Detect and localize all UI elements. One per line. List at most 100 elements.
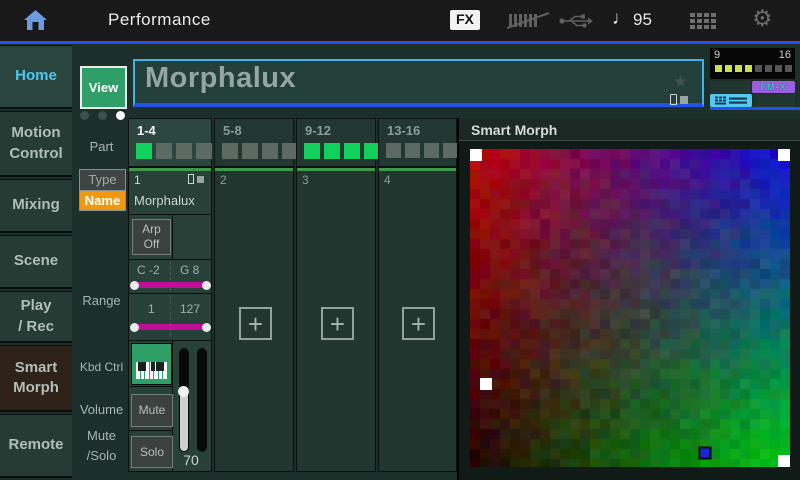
note-range-low[interactable]: C -2 xyxy=(137,263,160,277)
part-select-line xyxy=(297,168,375,171)
morph-position-marker[interactable] xyxy=(699,446,712,459)
bank-icon xyxy=(188,174,206,185)
sidebar-item-motion-control[interactable]: Motion Control xyxy=(0,111,72,177)
add-part-button[interactable]: + xyxy=(402,307,435,340)
add-part-button[interactable]: + xyxy=(321,307,354,340)
row-label-mute-solo: Mute /Solo xyxy=(75,426,128,465)
sidebar-item-smart-morph[interactable]: Smart Morph xyxy=(0,345,72,412)
part-tab-5-8[interactable]: 5-8 xyxy=(214,118,294,167)
morph-corner-marker[interactable] xyxy=(778,149,790,161)
part-number: 1 xyxy=(134,173,141,187)
status-cell-empty xyxy=(710,81,750,93)
keyboard-select-badge xyxy=(710,94,752,107)
part-tab-13-16[interactable]: 13-16 xyxy=(378,118,457,167)
solo-button[interactable]: Solo xyxy=(131,436,173,468)
part-leds xyxy=(386,143,458,158)
row-label-volume: Volume xyxy=(75,400,128,420)
meter-cells xyxy=(715,65,792,72)
page-title: Performance xyxy=(108,10,211,30)
meter-left-label: 9 xyxy=(714,49,720,61)
fmx-badge: FM-X xyxy=(752,81,795,93)
meter-cell xyxy=(775,65,782,72)
smart-morph-map[interactable] xyxy=(470,149,790,467)
part-leds xyxy=(304,143,380,159)
part-number: 2 xyxy=(220,173,227,187)
page-dot xyxy=(98,111,107,120)
smart-morph-title: Smart Morph xyxy=(471,122,557,138)
meter-cell xyxy=(755,65,762,72)
cell-border xyxy=(128,214,212,215)
name-toggle-button[interactable]: Name xyxy=(79,190,126,211)
part-tab-label: 5-8 xyxy=(223,123,242,138)
morph-corner-marker[interactable] xyxy=(470,149,482,161)
sidebar-item-scene[interactable]: Scene xyxy=(0,235,72,289)
smart-morph-panel: Smart Morph xyxy=(457,118,800,480)
note-range-high[interactable]: G 8 xyxy=(180,263,199,277)
part-tab-1-4[interactable]: 1-4 xyxy=(128,118,212,167)
sidebar-item-play-rec[interactable]: Play / Rec xyxy=(0,291,72,343)
arp-on-off-button[interactable]: Arp Off xyxy=(132,219,171,255)
gear-icon[interactable]: ⚙ xyxy=(752,5,773,32)
part-leds xyxy=(222,143,298,159)
home-icon[interactable] xyxy=(22,7,49,34)
part-tab-label: 1-4 xyxy=(137,123,156,138)
sidebar-item-home[interactable]: Home xyxy=(0,45,72,109)
volume-value: 70 xyxy=(170,452,212,468)
velocity-range-slider[interactable] xyxy=(134,324,207,330)
part-select-line xyxy=(129,168,211,171)
sidebar-item-mixing[interactable]: Mixing xyxy=(0,179,72,233)
pad-grid-icon[interactable] xyxy=(690,13,719,30)
part-tab-9-12[interactable]: 9-12 xyxy=(296,118,376,167)
add-part-button[interactable]: + xyxy=(239,307,272,340)
row-label-range: Range xyxy=(75,291,128,311)
type-toggle-button[interactable]: Type xyxy=(79,169,126,190)
part-leds xyxy=(136,143,212,159)
meter-cell xyxy=(735,65,742,72)
meter-cell xyxy=(745,65,752,72)
panel-divider xyxy=(459,140,800,141)
status-panel-underline xyxy=(710,107,800,110)
keyboard-off-icon[interactable] xyxy=(505,11,551,35)
keyboard-icon xyxy=(136,362,167,379)
performance-name-field[interactable]: Morphalux ★ xyxy=(133,59,704,107)
smart-morph-header: Smart Morph xyxy=(459,118,800,140)
accent-divider xyxy=(0,41,800,44)
page-indicator[interactable] xyxy=(80,111,125,120)
part-select-line xyxy=(215,168,293,171)
fader-thumb[interactable] xyxy=(178,386,189,397)
top-status-bar: Performance FX xyxy=(0,0,800,41)
meter-cell xyxy=(725,65,732,72)
usb-icon[interactable] xyxy=(558,13,594,34)
cell-border xyxy=(172,214,173,259)
view-button[interactable]: View xyxy=(80,66,127,109)
favorite-star-icon[interactable]: ★ xyxy=(673,72,688,92)
part-tab-label: 13-16 xyxy=(387,123,420,138)
kbd-ctrl-button[interactable] xyxy=(131,343,172,385)
part-number: 4 xyxy=(384,173,391,187)
note-range-slider[interactable] xyxy=(134,282,207,288)
morph-corner-marker[interactable] xyxy=(778,455,790,467)
part-916-meter: 9 16 xyxy=(710,48,795,79)
fader-fill xyxy=(180,393,188,451)
part-select-line xyxy=(379,168,456,171)
part-column-4[interactable]: 4 + xyxy=(378,167,457,472)
tempo-value[interactable]: 95 xyxy=(633,10,652,30)
volume-fader[interactable] xyxy=(179,348,189,452)
part-number: 3 xyxy=(302,173,309,187)
part-column-2[interactable]: 2 + xyxy=(214,167,294,472)
morph-gradient-canvas[interactable] xyxy=(470,149,790,467)
status-cell-empty xyxy=(754,94,795,107)
cell-border xyxy=(128,293,212,294)
morph-corner-marker[interactable] xyxy=(480,378,492,390)
velocity-low[interactable]: 1 xyxy=(148,302,155,316)
tempo-note-icon[interactable]: ♩ xyxy=(612,8,631,30)
meter-cell xyxy=(765,65,772,72)
cell-border xyxy=(128,386,173,387)
cell-border xyxy=(128,259,212,260)
fx-indicator[interactable]: FX xyxy=(450,10,480,30)
meter-cell xyxy=(715,65,722,72)
velocity-high[interactable]: 127 xyxy=(180,302,200,316)
mute-button[interactable]: Mute xyxy=(131,394,173,427)
sidebar-item-remote[interactable]: Remote xyxy=(0,414,72,478)
part-column-3[interactable]: 3 + xyxy=(296,167,376,472)
